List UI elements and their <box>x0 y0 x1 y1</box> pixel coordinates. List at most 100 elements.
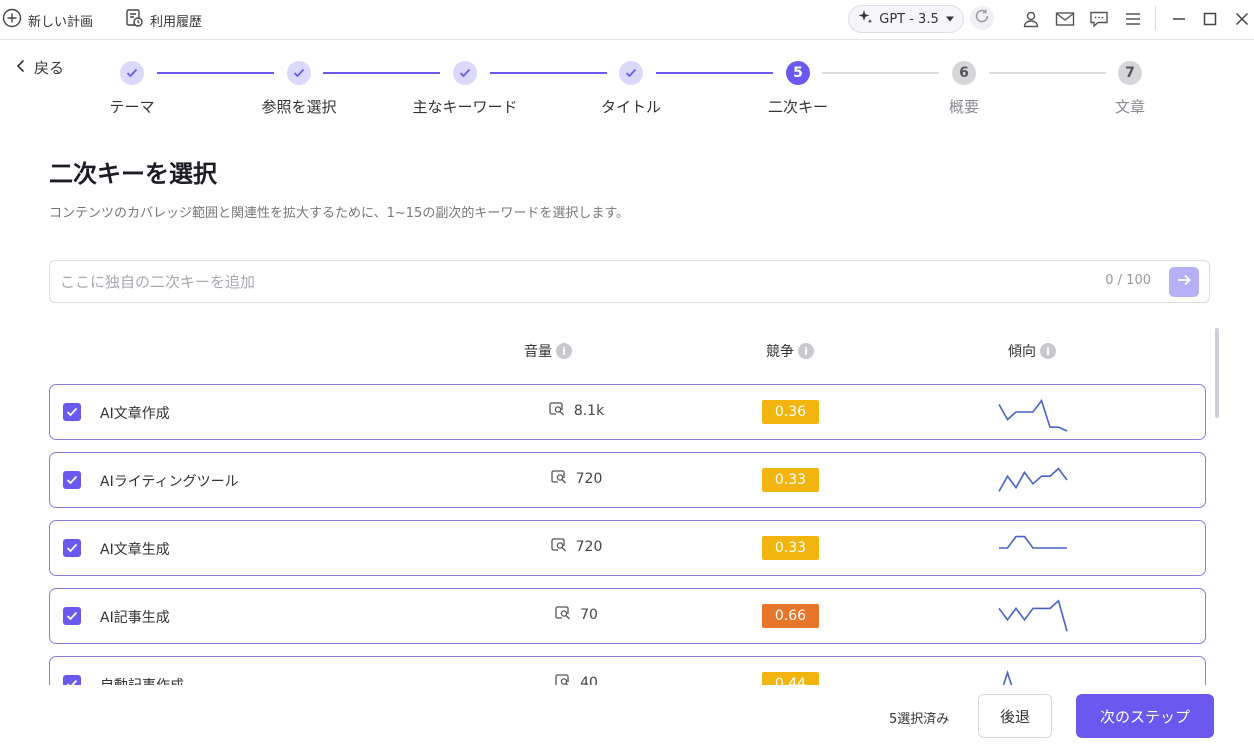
step-4-check-icon <box>619 61 643 85</box>
menu-icon[interactable] <box>1122 8 1144 30</box>
step-connector <box>656 72 773 74</box>
keyword-row[interactable]: AI文章作成 8.1k 0.36 <box>49 384 1206 440</box>
search-volume-icon <box>548 401 566 421</box>
new-plan-label: 新しい計画 <box>28 14 94 30</box>
volume-header-label: 音量 <box>524 344 552 360</box>
search-volume-icon <box>550 537 568 557</box>
refresh-icon <box>973 7 991 29</box>
step-7-label: 文章 <box>1114 98 1145 116</box>
step-7-number: 7 <box>1118 61 1142 85</box>
info-icon[interactable]: i <box>798 343 814 359</box>
step-connector <box>323 72 440 74</box>
row-checkbox[interactable] <box>63 471 81 489</box>
row-keyword: 自動記事作成 <box>100 675 184 685</box>
search-volume-icon <box>554 673 572 685</box>
row-volume-value: 8.1k <box>573 403 605 419</box>
plus-circle-icon <box>2 8 22 32</box>
competition-header: 競争 i <box>766 341 814 361</box>
step-3-check-icon <box>453 61 477 85</box>
add-keyword-button[interactable] <box>1169 267 1199 297</box>
search-volume-icon <box>554 605 572 625</box>
selected-count: 5選択済み <box>889 712 950 727</box>
history-button[interactable]: 利用履歴 <box>124 8 202 32</box>
keyword-input[interactable] <box>60 261 1090 302</box>
keyword-row[interactable]: AI記事生成 70 0.66 <box>49 588 1206 644</box>
step-5-number: 5 <box>786 61 810 85</box>
step-connector <box>989 72 1106 74</box>
competition-badge: 0.33 <box>762 536 819 560</box>
history-icon <box>124 8 144 32</box>
row-volume: 720 <box>526 537 626 557</box>
maximize-icon[interactable] <box>1199 8 1221 30</box>
back-link[interactable]: 戻る <box>16 57 64 78</box>
user-icon[interactable] <box>1020 8 1042 30</box>
trend-sparkline <box>998 599 1068 632</box>
page-subtitle: コンテンツのカバレッジ範囲と関連性を拡大するために、1~15の副次的キーワードを… <box>49 206 630 221</box>
competition-badge: 0.33 <box>762 468 819 492</box>
keyword-row[interactable]: 自動記事作成 40 0.44 <box>49 656 1206 685</box>
step-connector <box>822 72 939 74</box>
keyword-row[interactable]: AI文章生成 720 0.33 <box>49 520 1206 576</box>
close-icon[interactable] <box>1231 8 1253 30</box>
step-2-check-icon <box>287 61 311 85</box>
row-volume-value: 70 <box>580 607 598 623</box>
step-connector <box>490 72 607 74</box>
row-volume: 720 <box>526 469 626 489</box>
arrow-right-icon <box>1176 272 1192 292</box>
feedback-icon[interactable] <box>1088 8 1110 30</box>
competition-badge: 0.44 <box>762 672 819 685</box>
back-button[interactable]: 後退 <box>978 694 1052 738</box>
trend-sparkline <box>998 467 1068 492</box>
step-6-number: 6 <box>952 61 976 85</box>
trend-sparkline <box>999 535 1067 549</box>
trend-sparkline <box>998 398 1068 432</box>
step-2-label: 参照を選択 <box>261 98 337 116</box>
divider <box>1155 6 1156 30</box>
row-keyword: AI文章作成 <box>100 406 170 422</box>
search-volume-icon <box>550 469 568 489</box>
back-label: 戻る <box>34 59 65 77</box>
step-5-label: 二次キー <box>767 98 828 116</box>
info-icon[interactable]: i <box>556 343 572 359</box>
competition-badge: 0.66 <box>762 604 819 628</box>
footer-bar: 5選択済み 後退 次のステップ <box>0 685 1254 747</box>
trend-header-label: 傾向 <box>1008 344 1036 360</box>
row-checkbox[interactable] <box>63 403 81 421</box>
competition-badge: 0.36 <box>762 400 819 424</box>
sparkle-icon <box>857 9 873 29</box>
step-1-check-icon <box>120 61 144 85</box>
step-4-label: タイトル <box>600 98 661 116</box>
model-label: GPT - 3.5 <box>879 11 939 27</box>
row-keyword: AIライティングツール <box>100 474 239 490</box>
caret-down-icon <box>945 12 955 27</box>
row-checkbox[interactable] <box>63 607 81 625</box>
minimize-icon[interactable] <box>1168 8 1190 30</box>
scrollbar[interactable] <box>1215 328 1219 418</box>
volume-header: 音量 i <box>524 341 572 361</box>
row-volume: 70 <box>526 605 626 625</box>
step-1-label: テーマ <box>109 98 155 116</box>
model-selector[interactable]: GPT - 3.5 <box>848 5 964 33</box>
row-keyword: AI文章生成 <box>100 542 170 558</box>
trend-header: 傾向 i <box>1008 341 1056 361</box>
step-6-label: 概要 <box>948 98 979 116</box>
keyword-input-container: 0 / 100 <box>49 260 1210 303</box>
competition-header-label: 競争 <box>766 344 794 360</box>
trend-sparkline <box>1002 669 1013 685</box>
row-volume: 8.1k <box>526 401 626 421</box>
row-checkbox[interactable] <box>63 675 81 685</box>
row-keyword: AI記事生成 <box>100 610 170 626</box>
new-plan-button[interactable]: 新しい計画 <box>2 8 93 32</box>
history-label: 利用履歴 <box>150 14 203 30</box>
row-volume-value: 40 <box>580 675 598 685</box>
keyword-row[interactable]: AIライティングツール 720 0.33 <box>49 452 1206 508</box>
row-checkbox[interactable] <box>63 539 81 557</box>
info-icon[interactable]: i <box>1040 343 1056 359</box>
character-counter: 0 / 100 <box>1105 273 1151 288</box>
step-connector <box>157 72 274 74</box>
row-volume-value: 720 <box>575 539 603 555</box>
next-step-button[interactable]: 次のステップ <box>1076 694 1214 738</box>
refresh-button[interactable] <box>970 6 994 30</box>
mail-icon[interactable] <box>1054 8 1076 30</box>
keyword-list: AI文章作成 8.1k 0.36 AIライティングツール 720 0.33 AI… <box>0 375 1254 685</box>
